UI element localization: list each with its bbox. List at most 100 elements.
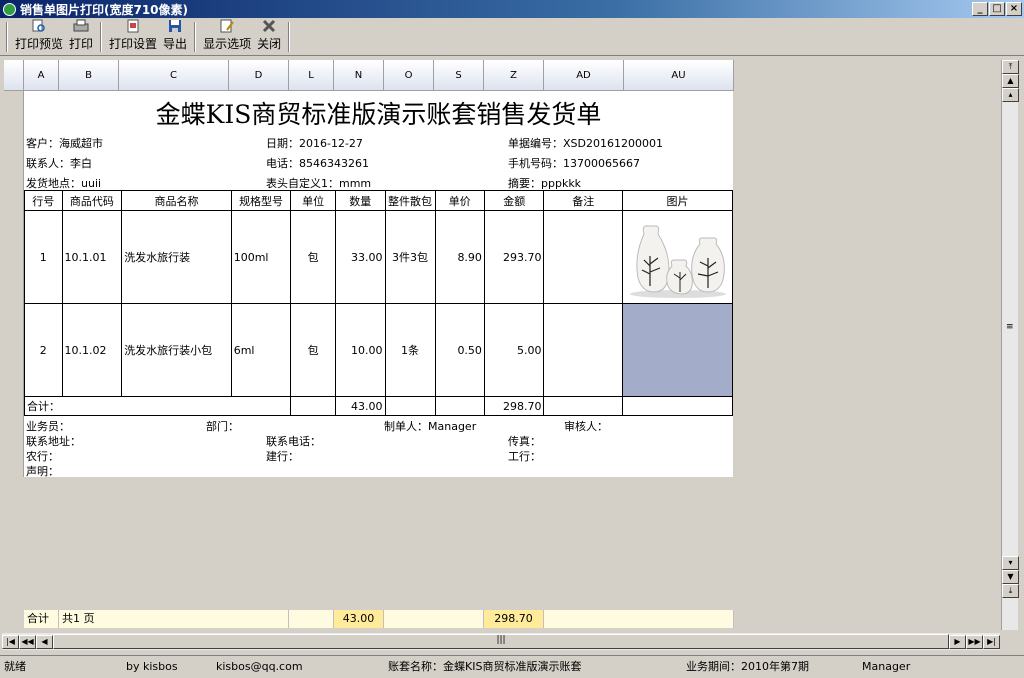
column-header[interactable]: AU xyxy=(624,60,734,91)
column-header[interactable]: Z xyxy=(484,60,544,91)
bank-icbc-field: 工行： xyxy=(508,450,541,463)
total-blank xyxy=(622,396,733,416)
column-header-row: A B C D L N O S Z AD AU xyxy=(4,60,734,91)
column-header[interactable]: C xyxy=(119,60,229,91)
row-header-column[interactable] xyxy=(4,91,24,477)
scroll-down-button[interactable]: ▾ xyxy=(1002,556,1019,570)
scroll-page-up-button[interactable]: ▲ xyxy=(1002,74,1019,88)
scroll-top-button[interactable]: ⤒ xyxy=(1002,60,1019,74)
cell-item-name[interactable]: 洗发水旅行装小包 xyxy=(121,303,232,397)
cell-remark[interactable] xyxy=(543,303,624,397)
scroll-page-right-button[interactable]: ▶▶ xyxy=(966,634,983,649)
total-amount: 298.70 xyxy=(483,396,545,416)
column-header[interactable]: A xyxy=(24,60,59,91)
cell-package[interactable]: 1条 xyxy=(384,303,436,397)
cell-unit[interactable]: 包 xyxy=(290,303,336,397)
header-cell: 商品名称 xyxy=(121,190,232,211)
scroll-left-button[interactable]: ◀ xyxy=(36,634,53,649)
column-header[interactable]: B xyxy=(59,60,119,91)
column-header[interactable]: O xyxy=(384,60,434,91)
phone-field: 电话：8546343261 xyxy=(266,157,369,170)
cell-quantity[interactable]: 33.00 xyxy=(334,210,386,304)
mobile-field: 手机号码：13700065667 xyxy=(508,157,640,170)
table-row[interactable]: 1 10.1.01 洗发水旅行装 100ml 包 33.00 3件3包 8.90… xyxy=(24,210,733,304)
scroll-up-button[interactable]: ▴ xyxy=(1002,88,1019,102)
export-button[interactable]: 导出 xyxy=(160,18,190,52)
contact-field: 联系人：李白 xyxy=(26,157,92,170)
status-account: 账套名称：金蝶KIS商贸标准版演示账套 xyxy=(388,660,582,673)
title-bar: 销售单图片打印(宽度710像素) _ □ × xyxy=(0,0,1024,18)
maker-field: 制单人：Manager xyxy=(384,420,477,433)
scroll-first-button[interactable]: |◀ xyxy=(2,634,19,649)
scroll-page-down-button[interactable]: ▼ xyxy=(1002,570,1019,584)
contact-address-field: 联系地址： xyxy=(26,435,81,448)
product-image xyxy=(627,216,728,298)
column-header[interactable]: S xyxy=(434,60,484,91)
cell-image-selected[interactable] xyxy=(622,303,733,397)
cell-unit[interactable]: 包 xyxy=(290,210,336,304)
scroll-last-button[interactable]: ▶| xyxy=(983,634,1000,649)
total-row: 合计： 43.00 298.70 xyxy=(24,396,733,416)
vertical-scrollbar[interactable]: ⤒ ▲ ▴ ≡ ▾ ▼ ⤓ xyxy=(1001,60,1019,630)
export-label: 导出 xyxy=(163,37,188,51)
cell-row-number[interactable]: 2 xyxy=(24,303,63,397)
horizontal-scrollbar[interactable]: |◀ ◀◀ ◀ ||| ▶ ▶▶ ▶| xyxy=(2,633,1000,650)
bank-ccb-field: 建行： xyxy=(266,450,299,463)
cell-item-name[interactable]: 洗发水旅行装 xyxy=(121,210,232,304)
cell-remark[interactable] xyxy=(543,210,624,304)
print-preview-label: 打印预览 xyxy=(15,37,64,51)
print-preview-button[interactable]: 打印预览 xyxy=(12,18,66,52)
date-field: 日期：2016-12-27 xyxy=(266,137,363,150)
report-sheet: A B C D L N O S Z AD AU 金蝶KIS商贸标准版演示账套销售… xyxy=(2,58,1002,632)
cell-spec[interactable]: 100ml xyxy=(230,210,292,304)
horizontal-scroll-thumb[interactable]: ||| xyxy=(53,634,949,649)
cell-package[interactable]: 3件3包 xyxy=(384,210,436,304)
vertical-scroll-track[interactable]: ≡ xyxy=(1002,102,1018,556)
header-cell: 备注 xyxy=(543,190,624,211)
header-cell: 规格型号 xyxy=(230,190,292,211)
header-cell: 金额 xyxy=(483,190,545,211)
scroll-page-left-button[interactable]: ◀◀ xyxy=(19,634,36,649)
header-cell: 图片 xyxy=(622,190,733,211)
cell-amount[interactable]: 5.00 xyxy=(483,303,545,397)
status-bar: 就绪 by kisbos kisbos@qq.com 账套名称：金蝶KIS商贸标… xyxy=(0,655,1024,676)
header-cell: 单位 xyxy=(290,190,336,211)
cell-price[interactable]: 8.90 xyxy=(434,210,485,304)
column-header[interactable]: AD xyxy=(544,60,624,91)
total-blank xyxy=(62,396,292,416)
print-settings-button[interactable]: 打印设置 xyxy=(106,18,160,52)
cell-item-code[interactable]: 10.1.02 xyxy=(61,303,123,397)
summary-blank xyxy=(544,610,734,628)
scroll-grip-icon[interactable]: ≡ xyxy=(1006,322,1014,332)
table-row[interactable]: 2 10.1.02 洗发水旅行装小包 6ml 包 10.00 1条 0.50 5… xyxy=(24,303,733,397)
items-table: 行号 商品代码 商品名称 规格型号 单位 数量 整件散包 单价 金额 备注 图片… xyxy=(24,190,733,416)
close-window-button[interactable]: × xyxy=(1006,2,1022,16)
column-header[interactable]: N xyxy=(334,60,384,91)
print-settings-icon xyxy=(125,18,141,34)
print-label: 打印 xyxy=(69,37,94,51)
close-button[interactable]: 关闭 xyxy=(254,18,284,52)
scroll-right-button[interactable]: ▶ xyxy=(949,634,966,649)
minimize-button[interactable]: _ xyxy=(972,2,988,16)
cell-price[interactable]: 0.50 xyxy=(434,303,485,397)
corner-cell[interactable] xyxy=(4,60,24,91)
maximize-button[interactable]: □ xyxy=(989,2,1005,16)
print-button[interactable]: 打印 xyxy=(66,18,96,52)
cell-row-number[interactable]: 1 xyxy=(24,210,63,304)
summary-label: 合计 xyxy=(24,610,59,628)
cell-spec[interactable]: 6ml xyxy=(230,303,292,397)
print-preview-icon xyxy=(31,18,47,34)
close-label: 关闭 xyxy=(257,37,282,51)
column-header[interactable]: D xyxy=(229,60,289,91)
column-header[interactable]: L xyxy=(289,60,334,91)
scroll-bottom-button[interactable]: ⤓ xyxy=(1002,584,1019,598)
cell-image[interactable] xyxy=(622,210,733,304)
display-options-button[interactable]: 显示选项 xyxy=(200,18,254,52)
cell-quantity[interactable]: 10.00 xyxy=(334,303,386,397)
cell-amount[interactable]: 293.70 xyxy=(483,210,545,304)
app-icon xyxy=(3,2,16,16)
summary-quantity: 43.00 xyxy=(334,610,384,628)
auditor-field: 审核人： xyxy=(564,420,608,433)
cell-item-code[interactable]: 10.1.01 xyxy=(61,210,123,304)
display-options-icon xyxy=(219,18,235,34)
